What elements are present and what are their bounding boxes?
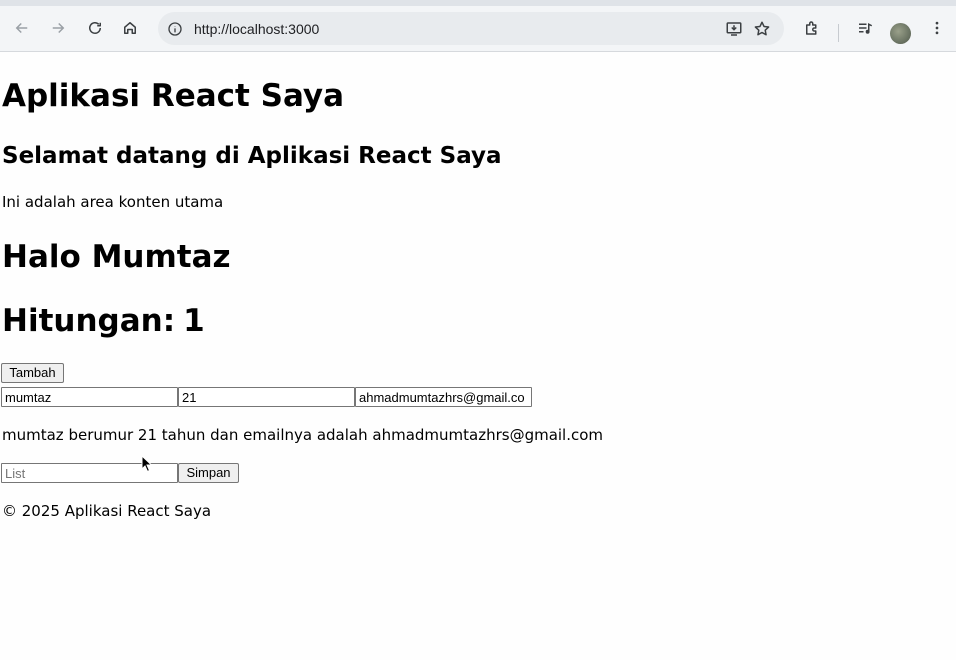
info-icon[interactable]	[166, 20, 184, 38]
star-icon[interactable]	[748, 15, 776, 43]
profile-avatar[interactable]	[890, 23, 911, 44]
welcome-heading: Selamat datang di Aplikasi React Saya	[2, 143, 502, 169]
browser-toolbar: http://localhost:3000	[0, 6, 956, 52]
counter-value: 1	[183, 303, 205, 339]
intro-text: Ini adalah area konten utama	[2, 193, 224, 211]
name-input[interactable]	[1, 387, 178, 407]
address-bar[interactable]: http://localhost:3000	[158, 12, 784, 45]
browser-window: http://localhost:3000 Aplikasi React Say…	[0, 0, 956, 660]
email-input[interactable]	[355, 387, 532, 407]
url-text[interactable]: http://localhost:3000	[194, 21, 720, 37]
toolbar-divider	[838, 24, 839, 42]
page-footer: © 2025 Aplikasi React Saya	[2, 502, 212, 520]
mouse-cursor-icon	[141, 455, 153, 473]
page-content: Aplikasi React Saya Selamat datang di Ap…	[0, 52, 956, 660]
age-input[interactable]	[178, 387, 355, 407]
arrow-left-icon[interactable]	[6, 12, 38, 44]
kebab-menu-icon[interactable]	[921, 12, 953, 44]
puzzle-icon[interactable]	[796, 12, 828, 44]
greeting-heading: Halo Mumtaz	[2, 239, 231, 275]
counter-label: Hitungan:	[2, 303, 176, 339]
reload-icon[interactable]	[79, 12, 111, 44]
add-button[interactable]: Tambah	[1, 363, 64, 383]
install-app-icon[interactable]	[720, 15, 748, 43]
summary-text: mumtaz berumur 21 tahun dan emailnya ada…	[2, 426, 604, 444]
media-control-icon[interactable]	[849, 12, 881, 44]
home-icon[interactable]	[114, 12, 146, 44]
save-button[interactable]: Simpan	[178, 463, 239, 483]
app-title: Aplikasi React Saya	[2, 78, 345, 114]
arrow-right-icon[interactable]	[42, 12, 74, 44]
counter-heading: Hitungan: 1	[2, 303, 205, 339]
